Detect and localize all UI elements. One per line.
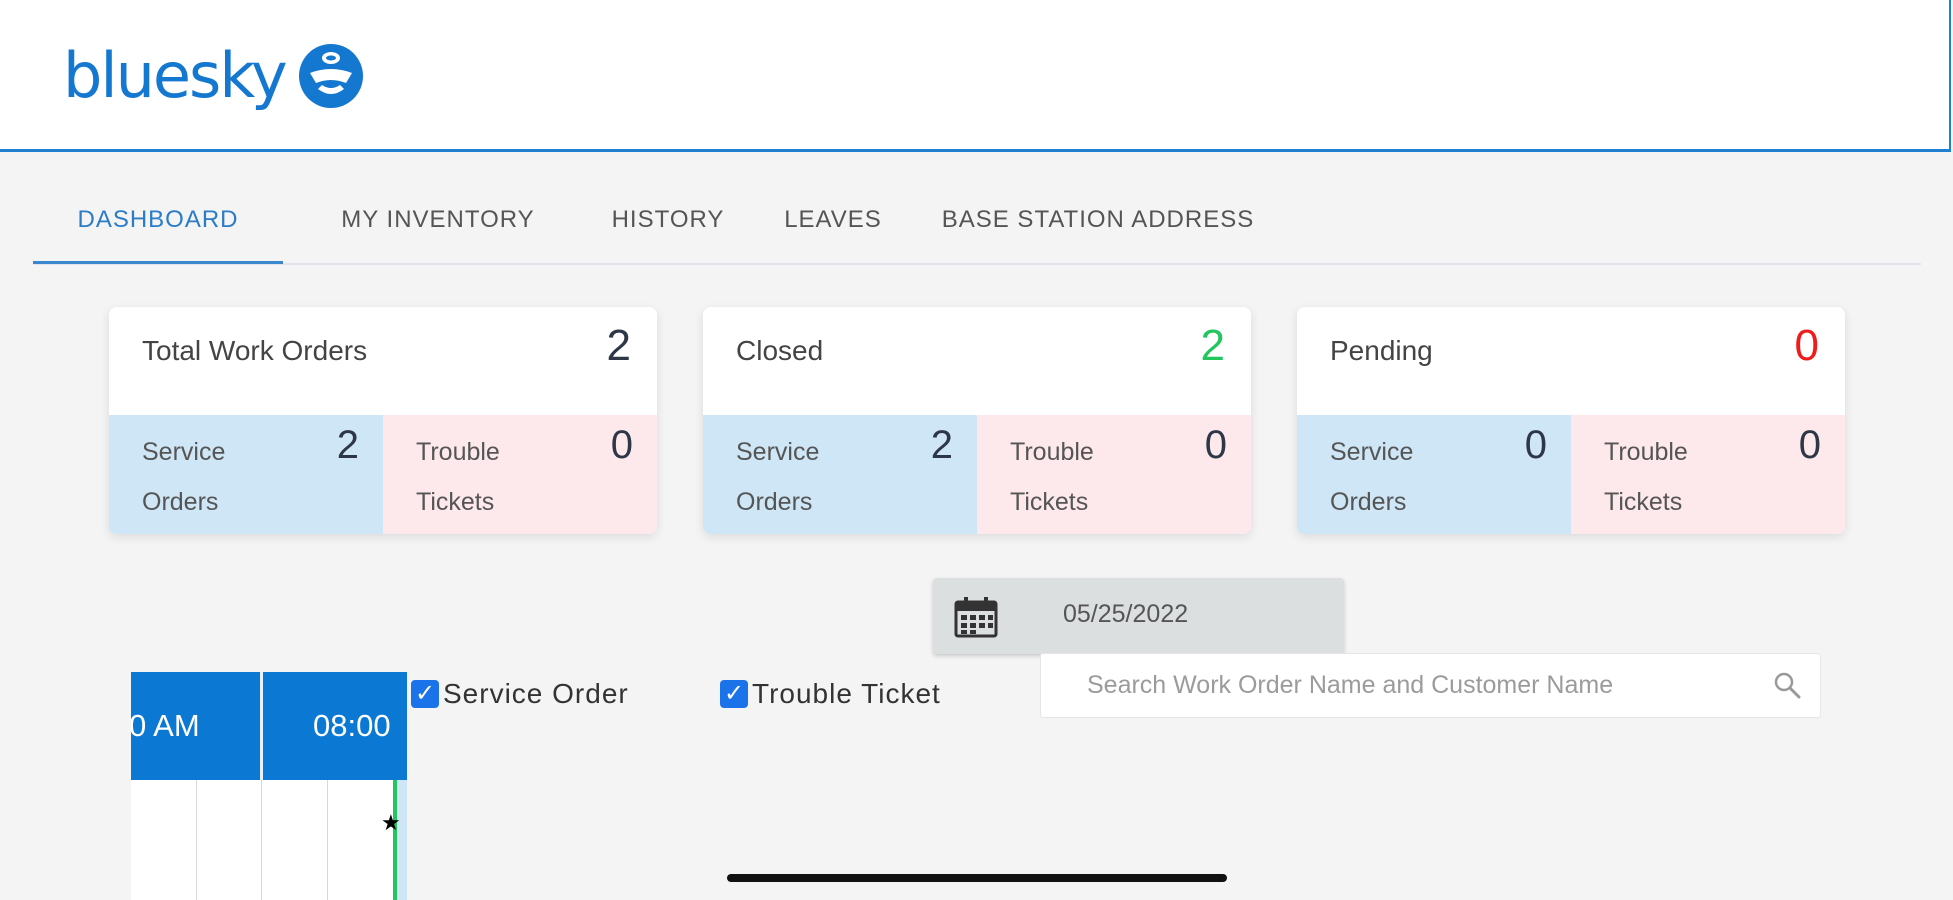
service-orders-count: 0 [1524, 423, 1547, 467]
tab-history[interactable]: HISTORY [573, 190, 763, 263]
app-header: bluesky [0, 0, 1951, 152]
main-tabs: DASHBOARD MY INVENTORY HISTORY LEAVES BA… [33, 190, 1921, 265]
service-orders-cell: Service Orders 0 [1297, 415, 1571, 534]
search-input[interactable] [1085, 654, 1729, 717]
trouble-tickets-count: 0 [1204, 423, 1227, 467]
grid-line [261, 780, 262, 900]
bluesky-logo[interactable]: bluesky [63, 36, 364, 116]
time-slot-label: 0 AM [131, 708, 200, 743]
tab-base-station-address[interactable]: BASE STATION ADDRESS [903, 190, 1293, 263]
schedule-timeline[interactable]: 0 AM 08:00 ★ [131, 672, 407, 900]
total-work-orders-card[interactable]: Total Work Orders 2 Service Orders 2 Tro… [109, 307, 657, 534]
trouble-tickets-label: Trouble Tickets [416, 438, 500, 516]
card-count: 2 [1200, 321, 1225, 370]
current-time-strip [397, 780, 407, 900]
checkbox-checked-icon[interactable]: ✓ [411, 680, 439, 708]
card-header: Closed 2 [703, 307, 1251, 415]
service-orders-cell: Service Orders 2 [109, 415, 383, 534]
trouble-tickets-cell: Trouble Tickets 0 [977, 415, 1251, 534]
card-breakdown: Service Orders 2 Trouble Tickets 0 [109, 415, 657, 534]
date-picker[interactable]: 05/25/2022 [933, 578, 1344, 654]
card-count: 2 [606, 321, 631, 370]
timeline-separator [260, 672, 263, 780]
tab-my-inventory[interactable]: MY INVENTORY [313, 190, 563, 263]
service-orders-cell: Service Orders 2 [703, 415, 977, 534]
trouble-tickets-cell: Trouble Tickets 0 [1571, 415, 1845, 534]
selected-date[interactable]: 05/25/2022 [1063, 600, 1188, 629]
logo-globe-icon [298, 44, 363, 108]
card-title: Closed [736, 335, 824, 366]
tab-leaves[interactable]: LEAVES [743, 190, 923, 263]
calendar-icon[interactable] [954, 596, 998, 638]
time-slot-label: 08:00 [313, 708, 391, 743]
grid-line [327, 780, 328, 900]
card-header: Pending 0 [1297, 307, 1845, 415]
pending-card[interactable]: Pending 0 Service Orders 0 Trouble Ticke… [1297, 307, 1845, 534]
trouble-tickets-label: Trouble Tickets [1010, 438, 1094, 516]
card-breakdown: Service Orders 2 Trouble Tickets 0 [703, 415, 1251, 534]
service-orders-count: 2 [930, 423, 953, 467]
service-orders-count: 2 [336, 423, 359, 467]
service-order-filter[interactable]: ✓ Service Order [411, 678, 629, 710]
logo-wordmark: bluesky [63, 39, 288, 112]
search-icon[interactable] [1772, 670, 1802, 700]
filter-label: Service Order [443, 678, 629, 709]
card-header: Total Work Orders 2 [109, 307, 657, 415]
trouble-ticket-filter[interactable]: ✓ Trouble Ticket [720, 678, 941, 710]
trouble-tickets-cell: Trouble Tickets 0 [383, 415, 657, 534]
trouble-tickets-label: Trouble Tickets [1604, 438, 1688, 516]
filter-label: Trouble Ticket [752, 678, 941, 709]
closed-card[interactable]: Closed 2 Service Orders 2 Trouble Ticket… [703, 307, 1251, 534]
service-orders-label: Service Orders [1330, 438, 1414, 516]
tab-dashboard[interactable]: DASHBOARD [33, 190, 283, 264]
service-orders-label: Service Orders [736, 438, 820, 516]
grid-line [196, 780, 197, 900]
timeline-header: 0 AM 08:00 [131, 672, 407, 780]
card-breakdown: Service Orders 0 Trouble Tickets 0 [1297, 415, 1845, 534]
service-orders-label: Service Orders [142, 438, 226, 516]
star-icon[interactable]: ★ [381, 810, 401, 836]
card-title: Pending [1330, 335, 1433, 366]
card-count: 0 [1794, 321, 1819, 370]
trouble-tickets-count: 0 [610, 423, 633, 467]
home-indicator [727, 874, 1227, 882]
work-order-search[interactable] [1040, 653, 1821, 718]
trouble-tickets-count: 0 [1798, 423, 1821, 467]
card-title: Total Work Orders [142, 335, 368, 366]
checkbox-checked-icon[interactable]: ✓ [720, 680, 748, 708]
